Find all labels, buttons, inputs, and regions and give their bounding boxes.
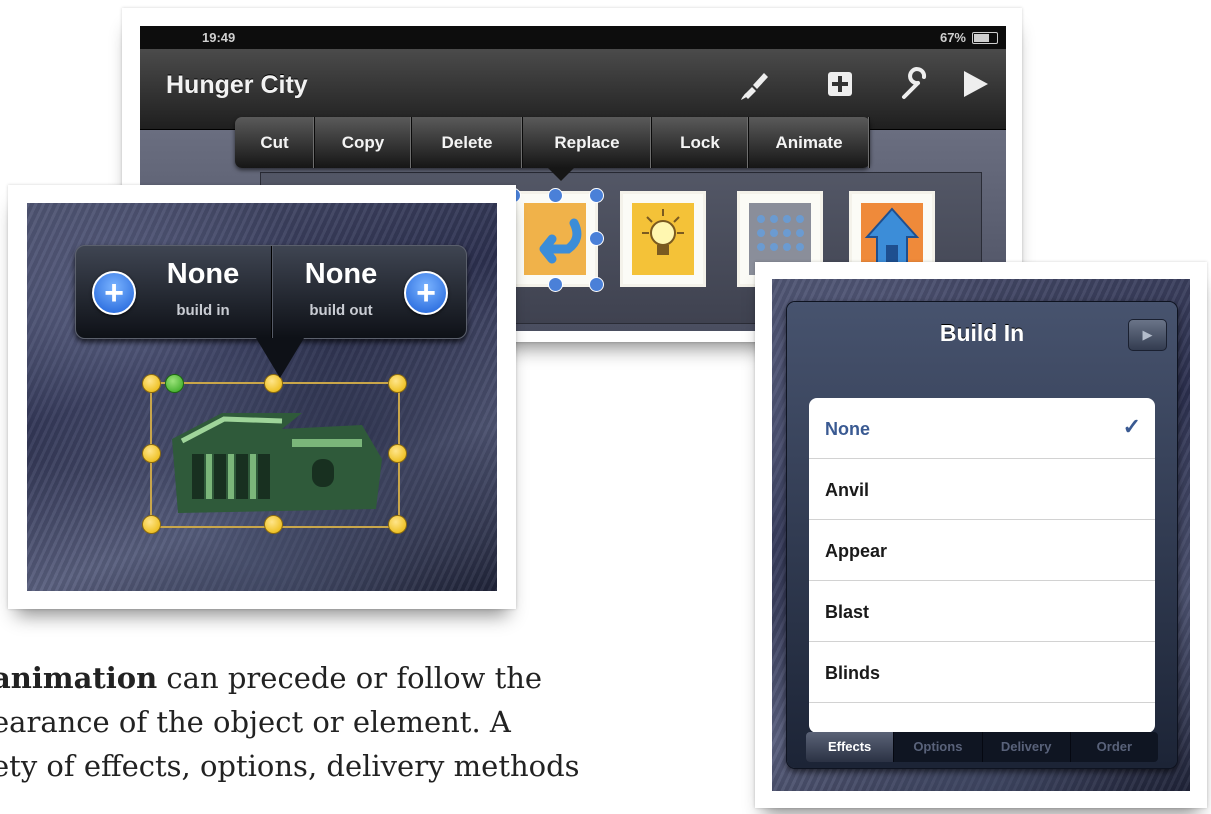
panel-title: Build In [939,320,1025,346]
effect-label: Blinds [825,663,881,683]
menu-item-lock[interactable]: Lock [652,117,749,168]
resize-handle[interactable] [388,444,407,463]
effect-row-blinds[interactable]: Blinds [809,642,1155,703]
caption-line-1-rest: can precede or follow the [157,661,543,695]
resize-handle[interactable] [142,444,161,463]
battery-percent: 67% [939,30,966,45]
selection-handle[interactable] [548,188,563,203]
add-icon[interactable] [820,67,860,107]
menu-item-replace[interactable]: Replace [523,117,652,168]
tab-order[interactable]: Order [1071,732,1158,762]
caption-text: animation can precede or follow the eara… [0,656,752,788]
brush-icon[interactable] [735,67,775,107]
menu-item-cut[interactable]: Cut [235,117,315,168]
menu-item-delete[interactable]: Delete [412,117,523,168]
slide-thumbnail-bulb[interactable] [623,194,703,284]
resize-handle[interactable] [388,515,407,534]
rotate-handle[interactable] [165,374,184,393]
slide-thumbnail-arrow[interactable] [515,194,595,284]
play-icon[interactable] [955,67,995,107]
edit-context-menu: Cut Copy Delete Replace Lock Animate [235,117,870,181]
add-build-in-button[interactable]: + [92,271,136,315]
build-popover: + None build in None build out + [75,245,467,378]
menu-pointer [548,168,574,181]
effect-label: Anvil [825,480,870,500]
selection-handle[interactable] [589,277,604,292]
selection-handle[interactable] [548,277,563,292]
caption-line-1: animation can precede or follow the [0,656,752,700]
effect-row-blast[interactable]: Blast [809,581,1155,642]
presentation-title: Hunger City [166,71,308,99]
build-in-label: build in [176,302,230,319]
build-in-value[interactable]: None [138,258,268,291]
caption-bold-word: animation [0,661,158,695]
effect-label: Appear [825,541,888,561]
status-bar: 19:49 67% [140,26,1006,49]
tab-delivery[interactable]: Delivery [983,732,1071,762]
play-preview-icon[interactable]: ▶ [1128,319,1167,351]
effects-list: None ✓ Anvil Appear Blast Blinds [809,398,1155,733]
panel-tab-bar: Effects Options Delivery Order [806,732,1158,762]
effect-row-partial[interactable] [809,703,1155,733]
effect-row-anvil[interactable]: Anvil [809,459,1155,520]
build-in-panel-card: Build In ▶ None ✓ Anvil Appear Blast Bli… [755,262,1207,808]
popover-pointer [256,338,304,378]
resize-handle[interactable] [142,374,161,393]
tab-effects[interactable]: Effects [806,732,895,762]
slide-canvas: + None build in None build out + [27,203,497,591]
wrench-icon[interactable] [895,67,935,107]
menu-item-copy[interactable]: Copy [315,117,412,168]
battery-icon [972,32,998,44]
status-time: 19:49 [202,30,236,45]
resize-handle[interactable] [388,374,407,393]
selection-handle[interactable] [589,231,604,246]
resize-handle[interactable] [264,515,283,534]
selection-frame [150,382,400,528]
effect-row-appear[interactable]: Appear [809,520,1155,581]
caption-line-3: ety of effects, options, delivery method… [0,749,580,783]
build-popover-card: + None build in None build out + [8,185,516,609]
build-in-panel: Build In ▶ None ✓ Anvil Appear Blast Bli… [787,302,1177,768]
checkmark-icon: ✓ [1122,414,1141,439]
effect-row-none[interactable]: None ✓ [809,398,1155,459]
build-out-value[interactable]: None [276,258,406,291]
resize-handle[interactable] [142,515,161,534]
tab-options[interactable]: Options [894,732,983,762]
selection-handle[interactable] [589,188,604,203]
caption-line-2: earance of the object or element. A [0,705,511,739]
effect-label: Blast [825,602,870,622]
add-build-out-button[interactable]: + [404,271,448,315]
effect-label: None [825,419,870,439]
build-out-label: build out [309,302,373,319]
slide-canvas: Build In ▶ None ✓ Anvil Appear Blast Bli… [772,279,1190,791]
menu-item-animate[interactable]: Animate [749,117,870,168]
